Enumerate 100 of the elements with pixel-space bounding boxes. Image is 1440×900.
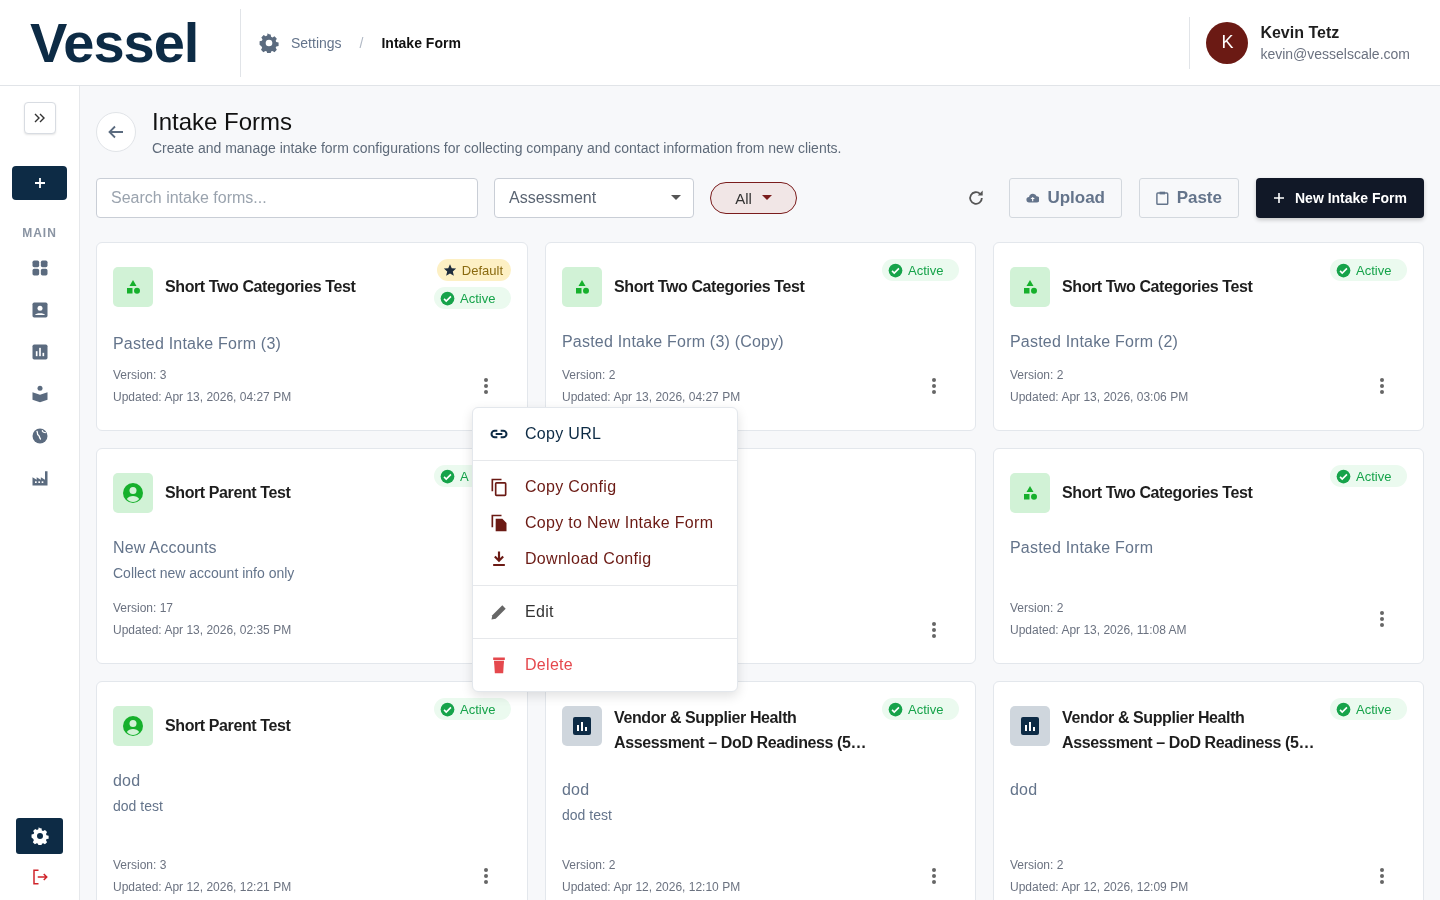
updated-text: Updated: Apr 12, 2026, 12:10 PM — [562, 879, 741, 896]
expand-sidebar-button[interactable] — [23, 102, 56, 134]
person-icon — [113, 473, 153, 513]
card-description: dod test — [562, 807, 613, 823]
card-description: dod test — [113, 798, 164, 814]
card-title: Short Two Categories Test — [1062, 277, 1254, 297]
type-dropdown[interactable]: Assessment — [494, 178, 694, 218]
breadcrumb-separator: / — [359, 34, 364, 51]
gear-icon — [30, 827, 49, 845]
updated-text: Updated: Apr 13, 2026, 03:06 PM — [1010, 389, 1189, 406]
active-badge: Active — [434, 698, 511, 720]
kebab-icon — [931, 621, 937, 639]
version-text: Version: 2 — [562, 857, 617, 874]
version-text: Version: 2 — [1010, 857, 1065, 874]
back-button[interactable] — [96, 112, 136, 152]
plus-icon — [33, 177, 46, 189]
cloud-upload-icon — [1026, 191, 1040, 205]
chart-icon — [562, 706, 602, 746]
version-text: Version: 2 — [1010, 367, 1065, 384]
refresh-icon — [966, 188, 986, 208]
kebab-icon — [931, 867, 937, 885]
logout-icon — [30, 868, 49, 886]
settings-icon — [259, 32, 279, 53]
updated-text: Updated: Apr 13, 2026, 02:35 PM — [113, 622, 292, 639]
new-intake-form-button[interactable]: New Intake Form — [1256, 178, 1424, 218]
breadcrumb-link[interactable]: Settings — [291, 34, 342, 51]
user-avatar[interactable]: K — [1206, 21, 1249, 64]
more-options-button[interactable] — [1377, 865, 1387, 887]
card-description: Collect new account info only — [113, 565, 296, 581]
more-options-button[interactable] — [481, 375, 491, 397]
active-badge: Active — [882, 259, 959, 281]
active-badge: Active — [1330, 259, 1407, 281]
card-title: Short Two Categories Test — [614, 277, 806, 297]
active-badge: Active — [1330, 698, 1407, 720]
form-card[interactable]: Short Two Categories Test Active Pasted Intake Form (2) Version: 2 Updated: Apr 13, 2026, 03:06 PM — [993, 242, 1424, 431]
card-subtitle: dod — [113, 772, 142, 790]
card-title: Vendor & Supplier Health Assessment – DoD Readiness (5… — [1062, 708, 1316, 753]
kebab-icon — [1379, 867, 1385, 885]
vessel-logo: Vessel — [29, 10, 200, 75]
breadcrumb-current: Intake Form — [381, 34, 461, 51]
page-subtitle: Create and manage intake form configurations for collecting company and contact information from new clients. — [152, 140, 842, 156]
more-options-button[interactable] — [1377, 375, 1387, 397]
version-text: Version: 17 — [113, 600, 175, 617]
grid-icon — [29, 258, 50, 278]
card-title: Short Two Categories Test — [165, 277, 357, 297]
more-options-button[interactable] — [929, 619, 939, 641]
caret-icon — [671, 195, 681, 201]
section-label: MAIN — [22, 226, 57, 240]
kebab-icon — [931, 377, 937, 395]
form-card[interactable]: Short Two Categories Test Active Pasted Intake Form Version: 2 Updated: Apr 13, 2026, 11:08 AM — [993, 448, 1424, 664]
more-options-button[interactable] — [481, 865, 491, 887]
updated-text: Updated: Apr 12, 2026, 12:09 PM — [1010, 879, 1189, 896]
paste-button[interactable]: Paste — [1139, 178, 1239, 218]
card-title: Vendor & Supplier Health Assessment – DoD Readiness (5… — [614, 708, 868, 753]
chart-icon — [1010, 706, 1050, 746]
settings-button[interactable] — [16, 818, 63, 854]
card-subtitle: dod — [562, 781, 591, 799]
card-subtitle: Pasted Intake Form (3) — [113, 335, 283, 353]
more-options-button[interactable] — [1377, 608, 1387, 630]
card-subtitle: dod — [1010, 781, 1039, 799]
more-options-button[interactable] — [929, 865, 939, 887]
plus-icon — [1273, 192, 1285, 204]
form-card[interactable]: Vendor & Supplier Health Assessment – DoD Readiness (5… Active dod Version: 2 Updated: Apr 12, 2026, 12:09 PM — [993, 681, 1424, 900]
card-title: Short Parent Test — [165, 716, 292, 736]
card-subtitle: Pasted Intake Form (2) — [1010, 333, 1180, 351]
form-card[interactable]: Vendor & Supplier Health Assessment – DoD Readiness (5… Active dod dod test Version: 2 Updated: Apr 12, 2026, 12:10 PM — [545, 681, 976, 900]
shapes-icon — [113, 267, 153, 307]
add-button[interactable] — [12, 166, 67, 200]
kebab-icon — [483, 867, 489, 885]
form-card[interactable]: Short Parent Test Active dod dod test Version: 3 Updated: Apr 12, 2026, 12:21 PM — [96, 681, 528, 900]
version-text: Version: 3 — [113, 367, 168, 384]
shapes-icon — [562, 267, 602, 307]
more-options-button[interactable] — [929, 375, 939, 397]
clipboard-icon — [1156, 190, 1169, 206]
card-title: Short Parent Test — [165, 483, 292, 503]
back-arrow-icon — [107, 123, 125, 141]
page-title: Intake Forms — [152, 108, 294, 136]
kebab-icon — [1379, 377, 1385, 395]
updated-text: Updated: Apr 13, 2026, 04:27 PM — [562, 389, 741, 406]
kebab-icon — [483, 377, 489, 395]
upload-button[interactable]: Upload — [1009, 178, 1122, 218]
logout-button[interactable] — [30, 868, 49, 886]
caret-icon — [761, 195, 772, 201]
shapes-icon — [1010, 267, 1050, 307]
card-title: Short Two Categories Test — [1062, 483, 1254, 503]
version-text: Version: 2 — [1010, 600, 1065, 617]
person-icon — [113, 706, 153, 746]
card-subtitle: Pasted Intake Form (3) (Copy) — [562, 333, 785, 351]
search-field[interactable]: Search intake forms... — [96, 178, 478, 218]
pencil-icon — [489, 602, 509, 622]
refresh-button[interactable] — [966, 188, 986, 208]
double-chevron-icon — [32, 111, 47, 125]
shapes-icon — [1010, 473, 1050, 513]
version-text: Version: 2 — [562, 367, 617, 384]
default-badge: Default — [436, 259, 511, 281]
version-text: Version: 3 — [113, 857, 168, 874]
status-filter[interactable]: All — [710, 182, 797, 214]
updated-text: Updated: Apr 12, 2026, 12:21 PM — [113, 879, 292, 896]
copy-icon — [489, 477, 509, 497]
card-subtitle: Pasted Intake Form — [1010, 539, 1155, 557]
